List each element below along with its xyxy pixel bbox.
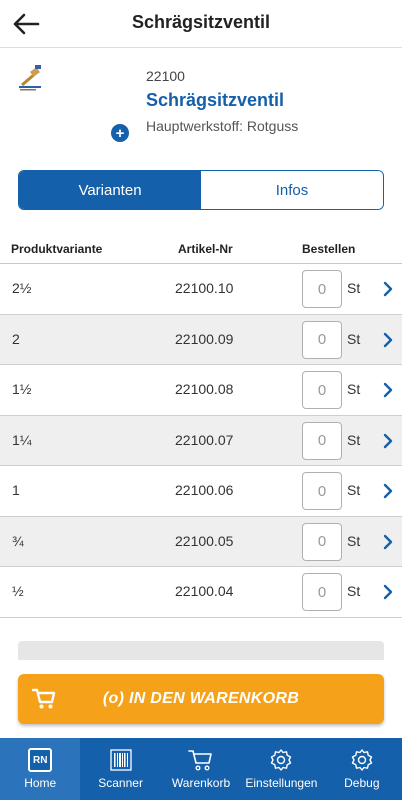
article-number: 22100.10 xyxy=(175,280,234,296)
variant-list: 2½ 22100.10 0 St 2 22100.09 0 St 1½ 2210… xyxy=(0,264,402,618)
table-header: Produktvariante Artikel-Nr Bestellen xyxy=(0,234,402,264)
table-row[interactable]: 2½ 22100.10 0 St xyxy=(0,264,402,315)
rn-logo-icon: RN xyxy=(28,748,53,772)
article-number: 22100.05 xyxy=(175,532,234,549)
app-header: Schrägsitzventil xyxy=(0,0,402,48)
table-row[interactable]: 1 22100.06 0 St xyxy=(0,466,402,517)
product-material: Hauptwerkstoff: Rotguss xyxy=(146,118,299,134)
variant-size: ¾ xyxy=(12,532,24,549)
page-title: Schrägsitzventil xyxy=(131,12,271,32)
product-name: Schrägsitzventil xyxy=(146,90,285,110)
product-thumbnail[interactable] xyxy=(16,63,46,93)
quantity-input[interactable]: 0 xyxy=(302,270,342,308)
nav-warenkorb[interactable]: Warenkorb xyxy=(161,738,241,800)
column-header-variant: Produktvariante xyxy=(11,242,103,256)
chevron-right-icon[interactable] xyxy=(382,584,394,600)
article-number: 22100.06 xyxy=(175,482,234,498)
variant-size: 1½ xyxy=(12,381,32,397)
table-row[interactable]: 1½ 22100.08 0 St xyxy=(0,365,402,416)
chevron-right-icon[interactable] xyxy=(382,433,394,449)
cart-action-bar: (o) IN DEN WARENKORB xyxy=(0,660,402,738)
variant-size: 2½ xyxy=(12,280,32,296)
unit-label: St xyxy=(347,482,361,498)
tab-varianten[interactable]: Varianten xyxy=(19,171,201,209)
column-header-order: Bestellen xyxy=(302,242,356,256)
article-number: 22100.09 xyxy=(175,330,234,347)
chevron-right-icon[interactable] xyxy=(382,382,394,398)
nav-debug[interactable]: Debug xyxy=(322,738,402,800)
quantity-input[interactable]: 0 xyxy=(302,320,342,359)
table-row[interactable]: 2 22100.09 0 St xyxy=(0,314,402,365)
table-row[interactable]: 1¼ 22100.07 0 St xyxy=(0,415,402,466)
chevron-right-icon[interactable] xyxy=(382,534,394,550)
unit-label: St xyxy=(347,280,361,296)
product-number: 22100 xyxy=(146,68,185,84)
quantity-input[interactable]: 0 xyxy=(302,371,342,409)
gear-icon xyxy=(271,749,292,771)
table-row[interactable]: ½ 22100.04 0 St xyxy=(0,567,402,618)
nav-label: Debug xyxy=(344,776,380,790)
nav-label: Warenkorb xyxy=(171,776,231,790)
plus-circle-icon: + xyxy=(115,124,125,142)
unit-label: St xyxy=(347,381,361,397)
quantity-input[interactable]: 0 xyxy=(302,522,342,561)
add-to-cart-label: (o) IN DEN WARENKORB xyxy=(102,690,300,707)
unit-label: St xyxy=(347,532,361,549)
quantity-input[interactable]: 0 xyxy=(302,472,342,510)
chevron-right-icon[interactable] xyxy=(382,332,394,348)
article-number: 22100.04 xyxy=(175,583,234,599)
variant-size: 1¼ xyxy=(12,431,32,448)
bottom-navigation: RN Home Scanner Warenkorb Einstellungen … xyxy=(0,738,402,800)
unit-label: St xyxy=(347,330,361,347)
gear-icon xyxy=(351,749,373,771)
cart-icon xyxy=(32,688,56,709)
unit-label: St xyxy=(347,431,361,448)
quantity-input[interactable]: 0 xyxy=(302,573,342,611)
product-summary: + 22100 Schrägsitzventil Hauptwerkstoff:… xyxy=(0,49,402,159)
nav-scanner[interactable]: Scanner xyxy=(80,738,160,800)
chevron-right-icon[interactable] xyxy=(382,281,394,297)
quantity-input[interactable]: 0 xyxy=(302,421,342,460)
cart-icon xyxy=(188,750,212,771)
chevron-right-icon[interactable] xyxy=(382,483,394,499)
column-header-artikel: Artikel-Nr xyxy=(178,242,233,256)
article-number: 22100.08 xyxy=(175,381,234,397)
table-row[interactable]: ¾ 22100.05 0 St xyxy=(0,516,402,567)
nav-label: Home xyxy=(24,776,57,790)
variant-size: ½ xyxy=(12,583,24,599)
nav-label: Scanner xyxy=(98,776,143,790)
unit-label: St xyxy=(347,583,361,599)
tab-infos[interactable]: Infos xyxy=(201,171,383,209)
variant-size: 1 xyxy=(12,482,20,498)
add-favorite-button[interactable]: + xyxy=(111,124,129,142)
segmented-control: Varianten Infos xyxy=(18,170,384,210)
variant-size: 2 xyxy=(12,330,20,347)
nav-einstellungen[interactable]: Einstellungen xyxy=(241,738,321,800)
nav-home[interactable]: RN Home xyxy=(0,738,81,800)
add-to-cart-button[interactable]: (o) IN DEN WARENKORB xyxy=(18,674,384,724)
article-number: 22100.07 xyxy=(175,431,234,448)
nav-label: Einstellungen xyxy=(245,776,318,790)
barcode-icon xyxy=(109,749,132,771)
